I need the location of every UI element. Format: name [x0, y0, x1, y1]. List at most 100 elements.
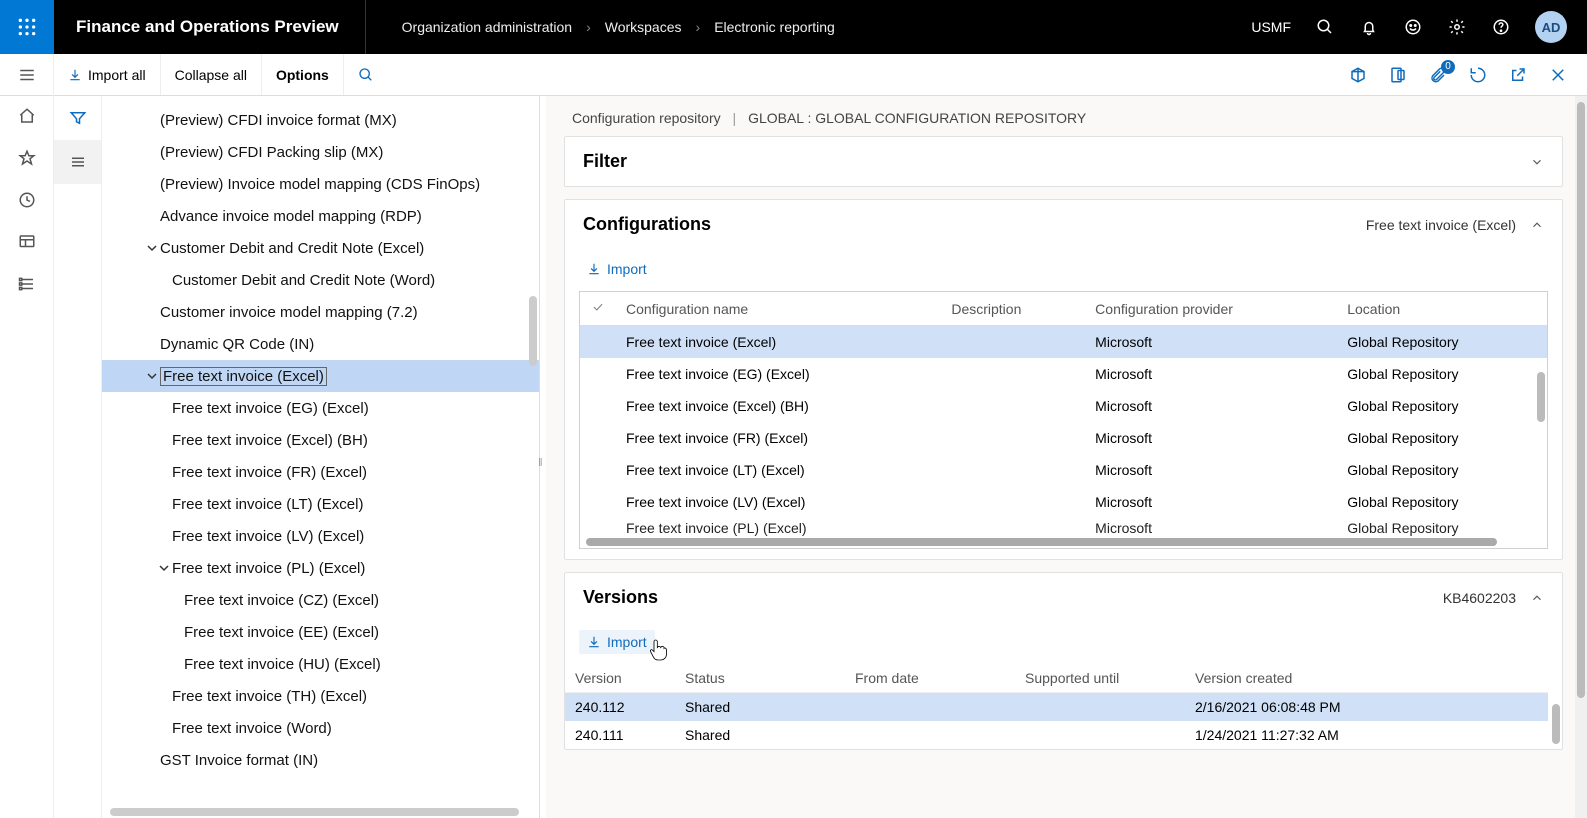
notifications-icon[interactable]	[1359, 17, 1379, 37]
tree-node[interactable]: Free text invoice (Excel) (BH)	[102, 424, 539, 456]
search-icon[interactable]	[1315, 17, 1335, 37]
action-search-button[interactable]	[344, 54, 388, 95]
app-launcher-button[interactable]	[0, 0, 54, 54]
filter-card: Filter	[564, 136, 1563, 187]
related-info-button[interactable]	[1347, 64, 1369, 86]
chevron-up-icon[interactable]	[1530, 591, 1544, 605]
attachments-button[interactable]: 0	[1427, 64, 1449, 86]
settings-icon[interactable]	[1447, 17, 1467, 37]
configurations-scrollbar-vertical[interactable]	[1537, 372, 1545, 422]
main-scrollbar-vertical[interactable]	[1575, 96, 1587, 818]
configurations-import-button[interactable]: Import	[579, 257, 655, 281]
cell-config-name: Free text invoice (FR) (Excel)	[616, 422, 941, 454]
tree-node[interactable]: Dynamic QR Code (IN)	[102, 328, 539, 360]
tree-node[interactable]: Customer invoice model mapping (7.2)	[102, 296, 539, 328]
home-icon[interactable]	[17, 106, 37, 126]
app-title: Finance and Operations Preview	[54, 0, 366, 54]
office-addins-button[interactable]	[1387, 64, 1409, 86]
tree-node[interactable]: (Preview) CFDI Packing slip (MX)	[102, 136, 539, 168]
table-row[interactable]: Free text invoice (Excel) (BH)MicrosoftG…	[580, 390, 1547, 422]
select-all-checkbox[interactable]	[580, 292, 616, 326]
table-row[interactable]: 240.111Shared1/24/2021 11:27:32 AM	[565, 721, 1548, 749]
filter-button[interactable]	[54, 96, 101, 140]
close-button[interactable]	[1547, 64, 1569, 86]
tree-node-label: Free text invoice (PL) (Excel)	[172, 560, 365, 577]
column-header[interactable]: Version created	[1185, 664, 1548, 693]
tree-node[interactable]: Free text invoice (HU) (Excel)	[102, 648, 539, 680]
tree-node[interactable]: Customer Debit and Credit Note (Excel)	[102, 232, 539, 264]
hamburger-button[interactable]	[0, 54, 54, 96]
tree-node[interactable]: Free text invoice (LT) (Excel)	[102, 488, 539, 520]
favorites-icon[interactable]	[17, 148, 37, 168]
table-row[interactable]: Free text invoice (EG) (Excel)MicrosoftG…	[580, 358, 1547, 390]
refresh-button[interactable]	[1467, 64, 1489, 86]
breadcrumb-item[interactable]: Electronic reporting	[714, 19, 835, 35]
company-picker[interactable]: USMF	[1251, 19, 1291, 35]
tree-node[interactable]: Free text invoice (Excel)	[102, 360, 539, 392]
table-row[interactable]: 240.112Shared2/16/2021 06:08:48 PM	[565, 693, 1548, 722]
versions-scrollbar-vertical[interactable]	[1548, 664, 1562, 749]
tree-scrollbar-horizontal[interactable]	[110, 808, 519, 816]
column-header[interactable]: From date	[845, 664, 1015, 693]
column-header[interactable]: Configuration provider	[1085, 292, 1337, 326]
list-view-button[interactable]	[54, 140, 101, 184]
column-header[interactable]: Version	[565, 664, 675, 693]
cell-description	[941, 454, 1085, 486]
tree-scrollbar-vertical[interactable]	[529, 296, 537, 366]
tree-node[interactable]: GST Invoice format (IN)	[102, 744, 539, 776]
tree-node[interactable]: (Preview) CFDI invoice format (MX)	[102, 104, 539, 136]
tree-node-label: Customer Debit and Credit Note (Word)	[172, 272, 435, 289]
tree-node[interactable]: Free text invoice (FR) (Excel)	[102, 456, 539, 488]
table-row[interactable]: Free text invoice (PL) (Excel)MicrosoftG…	[580, 518, 1547, 536]
chevron-right-icon: ›	[586, 19, 591, 35]
tree-node[interactable]: Free text invoice (EG) (Excel)	[102, 392, 539, 424]
tree-node[interactable]: Free text invoice (EE) (Excel)	[102, 616, 539, 648]
configuration-tree: (Preview) CFDI invoice format (MX)(Previ…	[102, 96, 540, 818]
cell-description	[941, 422, 1085, 454]
user-avatar[interactable]: AD	[1535, 11, 1567, 43]
cell-location: Global Repository	[1337, 358, 1547, 390]
versions-import-button[interactable]: Import	[579, 630, 655, 654]
import-all-label: Import all	[88, 67, 146, 83]
import-all-button[interactable]: Import all	[54, 54, 161, 95]
column-header[interactable]: Configuration name	[616, 292, 941, 326]
table-row[interactable]: Free text invoice (LT) (Excel)MicrosoftG…	[580, 454, 1547, 486]
popout-button[interactable]	[1507, 64, 1529, 86]
tree-node[interactable]: Free text invoice (CZ) (Excel)	[102, 584, 539, 616]
feedback-icon[interactable]	[1403, 17, 1423, 37]
recent-icon[interactable]	[17, 190, 37, 210]
tree-node[interactable]: Free text invoice (PL) (Excel)	[102, 552, 539, 584]
left-nav-rail	[0, 96, 54, 818]
help-icon[interactable]	[1491, 17, 1511, 37]
modules-icon[interactable]	[17, 274, 37, 294]
column-header[interactable]: Description	[941, 292, 1085, 326]
column-header[interactable]: Location	[1337, 292, 1547, 326]
tree-node[interactable]: Free text invoice (LV) (Excel)	[102, 520, 539, 552]
table-row[interactable]: Free text invoice (Excel)MicrosoftGlobal…	[580, 326, 1547, 359]
table-row[interactable]: Free text invoice (LV) (Excel)MicrosoftG…	[580, 486, 1547, 518]
pipe-separator: |	[725, 110, 745, 126]
column-header[interactable]: Supported until	[1015, 664, 1185, 693]
collapse-all-button[interactable]: Collapse all	[161, 54, 262, 95]
table-row[interactable]: Free text invoice (FR) (Excel)MicrosoftG…	[580, 422, 1547, 454]
chevron-up-icon[interactable]	[1530, 218, 1544, 232]
tree-node-label: Free text invoice (LV) (Excel)	[172, 528, 364, 545]
versions-import-label: Import	[607, 634, 647, 650]
breadcrumb-item[interactable]: Organization administration	[402, 19, 572, 35]
tree-node[interactable]: Advance invoice model mapping (RDP)	[102, 200, 539, 232]
options-button[interactable]: Options	[262, 54, 344, 95]
tree-node[interactable]: Customer Debit and Credit Note (Word)	[102, 264, 539, 296]
cell-supported-until	[1015, 721, 1185, 749]
options-label: Options	[276, 67, 329, 83]
configurations-scrollbar-horizontal[interactable]	[580, 536, 1547, 548]
breadcrumb-item[interactable]: Workspaces	[605, 19, 682, 35]
chevron-down-icon[interactable]	[1530, 155, 1544, 169]
tree-node[interactable]: (Preview) Invoice model mapping (CDS Fin…	[102, 168, 539, 200]
workspaces-icon[interactable]	[17, 232, 37, 252]
column-header[interactable]: Status	[675, 664, 845, 693]
waffle-icon	[17, 17, 37, 37]
cell-provider: Microsoft	[1085, 422, 1337, 454]
tree-node[interactable]: Free text invoice (Word)	[102, 712, 539, 744]
cell-config-name: Free text invoice (Excel)	[616, 326, 941, 359]
tree-node[interactable]: Free text invoice (TH) (Excel)	[102, 680, 539, 712]
